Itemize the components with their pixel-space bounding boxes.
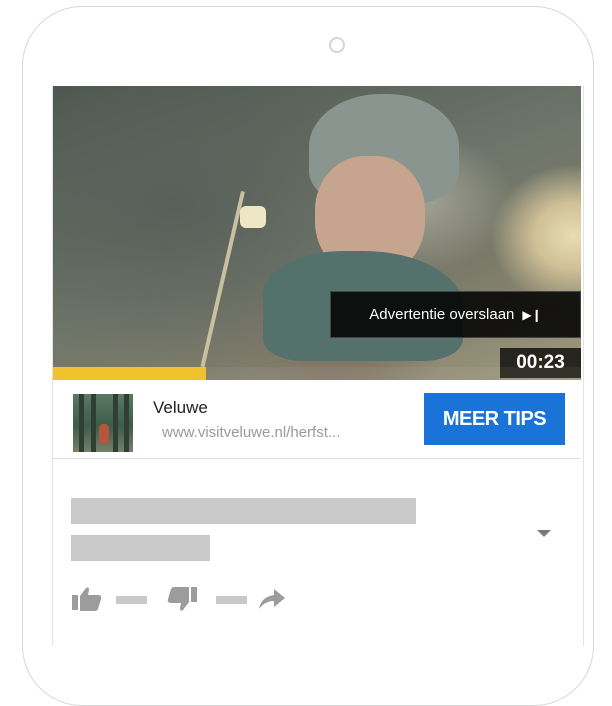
- ad-url[interactable]: www.visitveluwe.nl/herfst...: [162, 424, 340, 441]
- thumbnail-person: [99, 424, 109, 444]
- thumbs-down-icon[interactable]: [166, 586, 198, 612]
- skip-ad-button[interactable]: Advertentie overslaan ▶❙: [330, 291, 581, 338]
- skip-ad-label: Advertentie overslaan: [369, 306, 515, 323]
- thumbnail-tree: [79, 394, 84, 452]
- thumbnail-tree: [113, 394, 118, 452]
- video-scene-stick: [200, 191, 245, 368]
- ad-progress-fill: [53, 367, 207, 380]
- ad-title: Veluwe: [153, 398, 208, 417]
- video-player[interactable]: Advertentie overslaan ▶❙ 00:23: [53, 86, 581, 380]
- ad-progress-bar[interactable]: [53, 367, 581, 380]
- subtitle-placeholder: [71, 535, 210, 561]
- dislike-count-placeholder: [216, 596, 247, 604]
- camera-icon: [329, 37, 345, 53]
- ad-info-bar[interactable]: Veluwe www.visitveluwe.nl/herfst... MEER…: [53, 380, 581, 459]
- skip-next-icon: ▶❙: [522, 307, 542, 322]
- title-placeholder: [71, 498, 416, 524]
- meer-tips-button[interactable]: MEER TIPS: [424, 393, 565, 445]
- thumbs-up-icon[interactable]: [71, 586, 103, 612]
- share-arrow-icon[interactable]: [258, 588, 286, 610]
- video-scene-marshmallow: [240, 206, 266, 228]
- ad-thumbnail[interactable]: [73, 394, 133, 452]
- chevron-down-icon[interactable]: [537, 530, 551, 537]
- thumbnail-tree: [91, 394, 96, 452]
- thumbnail-tree: [124, 394, 129, 452]
- phone-screen: Advertentie overslaan ▶❙ 00:23 Veluwe ww…: [52, 86, 584, 646]
- like-count-placeholder: [116, 596, 147, 604]
